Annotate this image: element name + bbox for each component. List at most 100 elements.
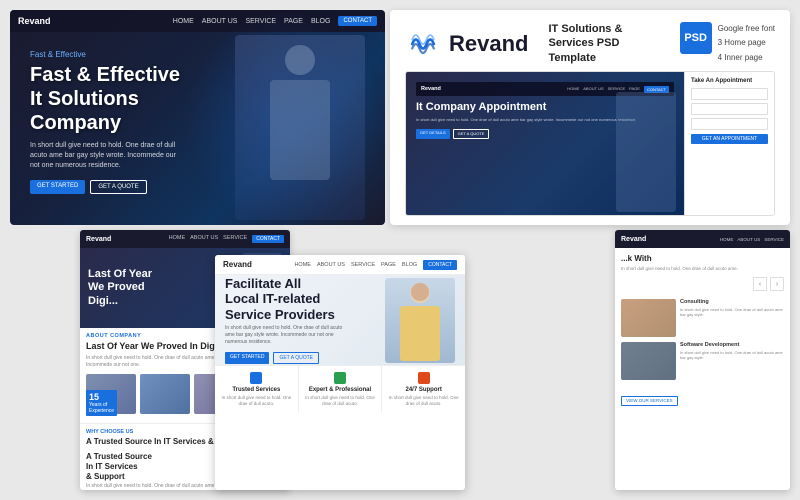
about-hero-text: Last Of YearWe ProvedDigi... bbox=[88, 268, 152, 308]
ww-nav-service: SERVICE bbox=[764, 237, 784, 242]
fac-nav-service: SERVICE bbox=[351, 262, 375, 268]
facilitate-hero-person bbox=[385, 278, 455, 363]
home-pages-info: 3 Home page bbox=[718, 36, 775, 50]
consulting-title: Consulting bbox=[680, 299, 784, 306]
hero-tag: Fast & Effective bbox=[30, 50, 180, 59]
form-email-field[interactable] bbox=[691, 103, 768, 115]
brand-logo: Revand bbox=[405, 26, 528, 62]
facilitate-nav-links: HOME ABOUT US SERVICE PAGE BLOG CONTACT bbox=[294, 260, 457, 270]
appointment-preview: Revand HOME ABOUT US SERVICE PAGE CONTAC… bbox=[405, 71, 775, 216]
support-title: 24/7 Support bbox=[388, 387, 459, 393]
next-arrow[interactable]: › bbox=[770, 277, 784, 291]
abt-nav-about: ABOUT US bbox=[190, 235, 218, 243]
work-with-header: ...k With In short dull give need to hol… bbox=[615, 248, 790, 277]
work-with-items: Consulting In short dull give need to ho… bbox=[615, 295, 790, 389]
prev-arrow-icon: ‹ bbox=[759, 281, 761, 288]
main-preview: Revand HOME ABOUT US SERVICE PAGE BLOG C… bbox=[10, 10, 385, 225]
list-item: Software Development In short dull give … bbox=[621, 342, 784, 380]
nav-arrows: ‹ › bbox=[615, 277, 790, 295]
service-support: 24/7 Support In short dull give need to … bbox=[382, 366, 465, 413]
work-with-text: In short dull give need to hold. One dra… bbox=[621, 266, 784, 272]
inner-pages-info: 4 Inner page bbox=[718, 51, 775, 65]
work-with-nav-links: HOME ABOUT US SERVICE bbox=[720, 237, 784, 242]
hero-subtitle: In short dull give need to hold. One dra… bbox=[30, 141, 180, 170]
hero-secondary-button[interactable]: GET A QUOTE bbox=[90, 180, 146, 194]
abt-nav-contact[interactable]: CONTACT bbox=[252, 235, 284, 243]
software-text: In short dull give need to hold. One dra… bbox=[680, 350, 784, 360]
about-nav-logo: Revand bbox=[86, 236, 111, 243]
psd-badge: PSD bbox=[680, 22, 712, 54]
hero-buttons: GET STARTED GET A QUOTE bbox=[30, 180, 180, 194]
hero-content: Fast & Effective Fast & EffectiveIt Solu… bbox=[30, 50, 180, 194]
right-top-panel: Revand IT Solutions & Services PSD Templ… bbox=[390, 10, 790, 225]
work-with-nav-logo: Revand bbox=[621, 236, 646, 243]
apt-btn-secondary[interactable]: GET A QUOTE bbox=[453, 129, 490, 139]
appointment-nav-logo: Revand bbox=[421, 86, 441, 92]
work-with-nav: Revand HOME ABOUT US SERVICE bbox=[615, 230, 790, 248]
form-submit-button[interactable]: GET AN APPOINTMENT bbox=[691, 134, 768, 144]
fac-btn-secondary[interactable]: GET A QUOTE bbox=[273, 352, 319, 364]
hero-title: Fast & EffectiveIt SolutionsCompany bbox=[30, 63, 180, 135]
facilitate-nav-logo: Revand bbox=[223, 260, 252, 269]
appointment-person-image bbox=[616, 92, 676, 212]
revand-logo-icon bbox=[405, 26, 441, 62]
facilitate-hero-buttons: GET STARTED GET A QUOTE bbox=[225, 352, 385, 364]
expert-icon bbox=[334, 372, 346, 384]
about-image-2 bbox=[140, 374, 190, 414]
list-item: Consulting In short dull give need to ho… bbox=[621, 299, 784, 337]
experience-badge: 15Years ofExperience bbox=[86, 390, 117, 416]
hero-primary-button[interactable]: GET STARTED bbox=[30, 180, 85, 194]
consulting-content: Consulting In short dull give need to ho… bbox=[680, 299, 784, 337]
appointment-form: Take An Appointment GET AN APPOINTMENT bbox=[684, 72, 774, 215]
facilitate-hero-sub: In short dull give need to hold. One dra… bbox=[225, 325, 345, 346]
consulting-image bbox=[621, 299, 676, 337]
prev-arrow[interactable]: ‹ bbox=[753, 277, 767, 291]
fac-nav-about: ABOUT US bbox=[317, 262, 345, 268]
software-title: Software Development bbox=[680, 342, 784, 349]
next-arrow-icon: › bbox=[776, 281, 778, 288]
abt-nav-service: SERVICE bbox=[223, 235, 247, 243]
about-hero-title: Last Of YearWe ProvedDigi... bbox=[88, 268, 152, 308]
main-nav-logo: Revand bbox=[18, 16, 51, 26]
page: Revand HOME ABOUT US SERVICE PAGE BLOG C… bbox=[0, 0, 800, 500]
facilitate-hero-text: Facilitate AllLocal IT-relatedService Pr… bbox=[225, 276, 385, 365]
view-services-button[interactable]: VIEW OUR SERVICES bbox=[621, 396, 678, 406]
ww-nav-home: HOME bbox=[720, 237, 734, 242]
appointment-preview-left: Revand HOME ABOUT US SERVICE PAGE CONTAC… bbox=[406, 72, 684, 215]
ww-nav-about: ABOUT US bbox=[737, 237, 760, 242]
brand-name: Revand bbox=[449, 31, 528, 57]
software-content: Software Development In short dull give … bbox=[680, 342, 784, 380]
fac-nav-page: PAGE bbox=[381, 262, 396, 268]
abt-nav-home: HOME bbox=[169, 235, 186, 243]
fac-btn-primary[interactable]: GET STARTED bbox=[225, 352, 269, 364]
trusted-icon bbox=[250, 372, 262, 384]
software-image bbox=[621, 342, 676, 380]
fac-nav-blog: BLOG bbox=[402, 262, 417, 268]
form-name-field[interactable] bbox=[691, 88, 768, 100]
service-expert: Expert & Professional In short dull give… bbox=[299, 366, 383, 413]
font-info: Google free font bbox=[718, 22, 775, 36]
work-with-heading: ...k With bbox=[621, 254, 784, 264]
brand-tagline: IT Solutions & Services PSD Template bbox=[548, 22, 669, 65]
facilitate-hero: Facilitate AllLocal IT-relatedService Pr… bbox=[215, 275, 465, 365]
file-info: PSD Google free font 3 Home page 4 Inner… bbox=[680, 22, 775, 65]
facilitate-hero-title: Facilitate AllLocal IT-relatedService Pr… bbox=[225, 276, 385, 323]
service-trusted: Trusted Services In short dull give need… bbox=[215, 366, 299, 413]
expert-title: Expert & Professional bbox=[305, 387, 376, 393]
about-nav: Revand HOME ABOUT US SERVICE CONTACT bbox=[80, 230, 290, 248]
support-icon bbox=[418, 372, 430, 384]
facilitate-preview: Revand HOME ABOUT US SERVICE PAGE BLOG C… bbox=[215, 255, 465, 490]
form-phone-field[interactable] bbox=[691, 118, 768, 130]
expert-text: In short dull give need to hold. One dra… bbox=[305, 395, 376, 407]
form-title: Take An Appointment bbox=[691, 78, 768, 84]
hero-person-image bbox=[235, 35, 365, 220]
fac-nav-contact[interactable]: CONTACT bbox=[423, 260, 457, 270]
work-with-preview: Revand HOME ABOUT US SERVICE ...k With I… bbox=[615, 230, 790, 490]
apt-btn-primary[interactable]: GET DETAILS bbox=[416, 129, 450, 139]
support-text: In short dull give need to hold. One dra… bbox=[388, 395, 459, 407]
facilitate-nav: Revand HOME ABOUT US SERVICE PAGE BLOG C… bbox=[215, 255, 465, 275]
info-list: Google free font 3 Home page 4 Inner pag… bbox=[718, 22, 775, 65]
apt-nav-about: ABOUT US bbox=[583, 86, 603, 93]
consulting-text: In short dull give need to hold. One dra… bbox=[680, 307, 784, 317]
fac-nav-home: HOME bbox=[294, 262, 311, 268]
